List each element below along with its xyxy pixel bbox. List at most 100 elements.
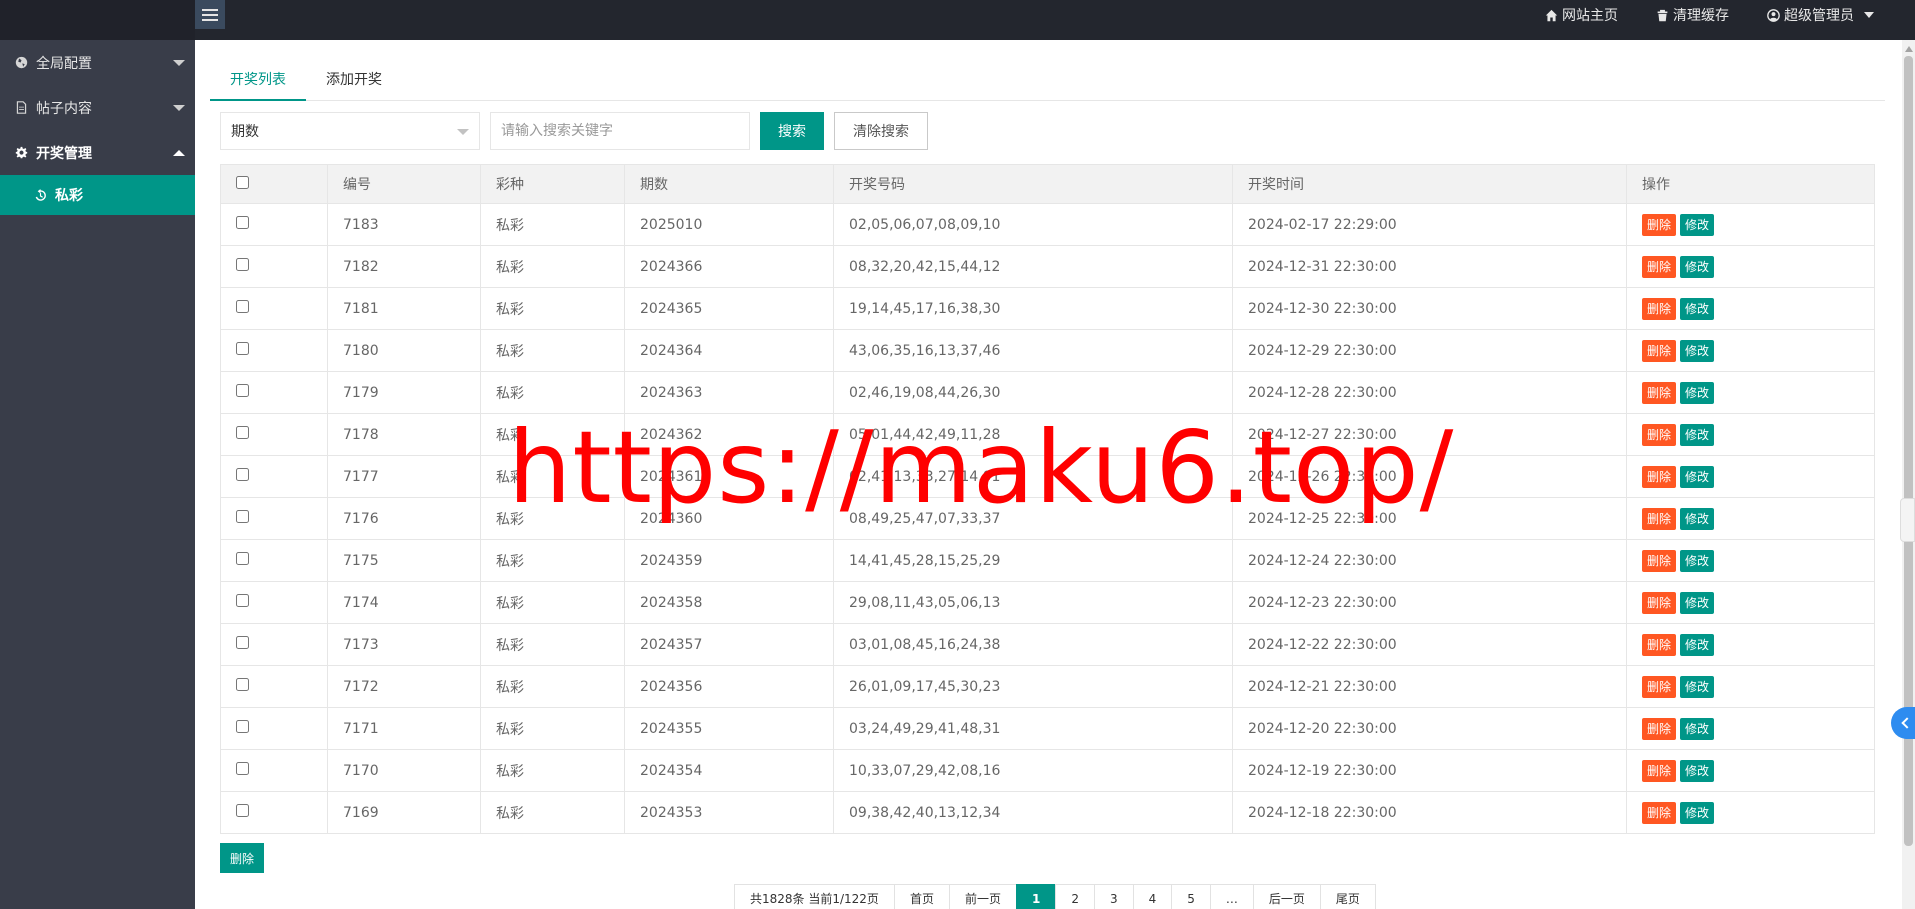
row-checkbox[interactable] bbox=[236, 636, 249, 649]
table-body: 7183 私彩 2025010 02,05,06,07,08,09,10 2024-02… bbox=[220, 203, 1875, 834]
row-edit-button[interactable]: 修改 bbox=[1680, 801, 1715, 824]
pagination-ellipsis: … bbox=[1209, 884, 1254, 909]
row-delete-button[interactable]: 删除 bbox=[1642, 297, 1677, 320]
cell-period: 2024353 bbox=[624, 791, 834, 834]
row-edit-button[interactable]: 修改 bbox=[1680, 465, 1715, 488]
cell-id: 7177 bbox=[327, 455, 481, 498]
cell-time: 2024-12-19 22:30:00 bbox=[1232, 749, 1627, 792]
row-checkbox[interactable] bbox=[236, 258, 249, 271]
row-edit-button[interactable]: 修改 bbox=[1680, 381, 1715, 404]
header-links: 网站主页 清理缓存 超级管理员 bbox=[1526, 0, 1893, 30]
scroll-up-arrow-icon[interactable] bbox=[1905, 46, 1913, 52]
cell-time: 2024-12-30 22:30:00 bbox=[1232, 287, 1627, 330]
search-field-select[interactable]: 期数 bbox=[220, 112, 480, 150]
row-checkbox[interactable] bbox=[236, 468, 249, 481]
page-button-2[interactable]: 2 bbox=[1055, 884, 1095, 909]
row-delete-button[interactable]: 删除 bbox=[1642, 423, 1677, 446]
row-delete-button[interactable]: 删除 bbox=[1642, 801, 1677, 824]
row-checkbox-cell bbox=[220, 707, 328, 750]
sidebar-item-lottery-management[interactable]: 开奖管理 bbox=[0, 130, 195, 175]
row-checkbox-cell bbox=[220, 749, 328, 792]
row-edit-button[interactable]: 修改 bbox=[1680, 675, 1715, 698]
cell-actions: 删除 修改 bbox=[1626, 329, 1875, 372]
cell-numbers: 43,06,35,16,13,37,46 bbox=[833, 329, 1233, 372]
page-button-4[interactable]: 4 bbox=[1132, 884, 1173, 909]
row-checkbox[interactable] bbox=[236, 300, 249, 313]
row-checkbox[interactable] bbox=[236, 510, 249, 523]
row-edit-button[interactable]: 修改 bbox=[1680, 549, 1715, 572]
row-delete-button[interactable]: 删除 bbox=[1642, 717, 1677, 740]
sidebar-item-post-content[interactable]: 帖子内容 bbox=[0, 85, 195, 130]
bulk-delete-button[interactable]: 删除 bbox=[220, 843, 264, 873]
row-delete-button[interactable]: 删除 bbox=[1642, 591, 1677, 614]
row-edit-button[interactable]: 修改 bbox=[1680, 507, 1715, 530]
row-edit-button[interactable]: 修改 bbox=[1680, 423, 1715, 446]
row-edit-button[interactable]: 修改 bbox=[1680, 339, 1715, 362]
row-checkbox[interactable] bbox=[236, 384, 249, 397]
last-page-button[interactable]: 尾页 bbox=[1319, 884, 1376, 909]
tab-add-lottery[interactable]: 添加开奖 bbox=[306, 60, 402, 101]
row-delete-button[interactable]: 删除 bbox=[1642, 549, 1677, 572]
page-button-3[interactable]: 3 bbox=[1093, 884, 1134, 909]
select-all-checkbox[interactable] bbox=[236, 175, 249, 189]
cell-id: 7172 bbox=[327, 665, 481, 708]
next-page-button[interactable]: 后一页 bbox=[1252, 884, 1321, 909]
row-edit-button[interactable]: 修改 bbox=[1680, 297, 1715, 320]
row-checkbox[interactable] bbox=[236, 804, 249, 817]
trash-icon bbox=[1657, 9, 1668, 21]
search-button[interactable]: 搜索 bbox=[760, 112, 824, 150]
clear-search-button[interactable]: 清除搜索 bbox=[834, 112, 928, 150]
cell-type: 私彩 bbox=[480, 245, 625, 288]
collapse-panel-button[interactable] bbox=[1891, 707, 1915, 739]
menu-toggle-button[interactable] bbox=[195, 0, 225, 29]
row-edit-button[interactable]: 修改 bbox=[1680, 591, 1715, 614]
cell-id: 7179 bbox=[327, 371, 481, 414]
row-checkbox[interactable] bbox=[236, 594, 249, 607]
cell-numbers: 02,46,19,08,44,26,30 bbox=[833, 371, 1233, 414]
page-button-1[interactable]: 1 bbox=[1015, 884, 1057, 909]
cell-period: 2024363 bbox=[624, 371, 834, 414]
cell-period: 2024360 bbox=[624, 497, 834, 540]
side-drag-handle[interactable] bbox=[1900, 498, 1915, 542]
row-checkbox[interactable] bbox=[236, 720, 249, 733]
row-checkbox[interactable] bbox=[236, 216, 249, 229]
row-delete-button[interactable]: 删除 bbox=[1642, 213, 1677, 236]
cell-numbers: 09,38,42,40,13,12,34 bbox=[833, 791, 1233, 834]
first-page-button[interactable]: 首页 bbox=[893, 884, 950, 909]
row-checkbox[interactable] bbox=[236, 426, 249, 439]
search-input[interactable] bbox=[490, 112, 750, 150]
row-delete-button[interactable]: 删除 bbox=[1642, 381, 1677, 404]
cell-type: 私彩 bbox=[480, 203, 625, 246]
row-checkbox[interactable] bbox=[236, 552, 249, 565]
row-checkbox[interactable] bbox=[236, 678, 249, 691]
cell-id: 7173 bbox=[327, 623, 481, 666]
home-link[interactable]: 网站主页 bbox=[1526, 5, 1637, 25]
row-delete-button[interactable]: 删除 bbox=[1642, 339, 1677, 362]
row-delete-button[interactable]: 删除 bbox=[1642, 633, 1677, 656]
page-button-5[interactable]: 5 bbox=[1171, 884, 1211, 909]
row-checkbox[interactable] bbox=[236, 762, 249, 775]
sidebar-subitem-private-lottery[interactable]: 私彩 bbox=[0, 175, 195, 215]
row-delete-button[interactable]: 删除 bbox=[1642, 759, 1677, 782]
row-checkbox[interactable] bbox=[236, 342, 249, 355]
row-edit-button[interactable]: 修改 bbox=[1680, 633, 1715, 656]
table-row: 7182 私彩 2024366 08,32,20,42,15,44,12 2024-12… bbox=[220, 245, 1875, 288]
row-delete-button[interactable]: 删除 bbox=[1642, 255, 1677, 278]
row-edit-button[interactable]: 修改 bbox=[1680, 759, 1715, 782]
admin-user-menu[interactable]: 超级管理员 bbox=[1748, 5, 1893, 25]
row-delete-button[interactable]: 删除 bbox=[1642, 675, 1677, 698]
row-delete-button[interactable]: 删除 bbox=[1642, 465, 1677, 488]
sidebar-item-global-config[interactable]: 全局配置 bbox=[0, 40, 195, 85]
row-edit-button[interactable]: 修改 bbox=[1680, 213, 1715, 236]
row-delete-button[interactable]: 删除 bbox=[1642, 507, 1677, 530]
row-checkbox-cell bbox=[220, 497, 328, 540]
clear-cache-link[interactable]: 清理缓存 bbox=[1637, 5, 1748, 25]
cell-id: 7171 bbox=[327, 707, 481, 750]
prev-page-button[interactable]: 前一页 bbox=[948, 884, 1017, 909]
row-edit-button[interactable]: 修改 bbox=[1680, 255, 1715, 278]
row-edit-button[interactable]: 修改 bbox=[1680, 717, 1715, 740]
hamburger-icon bbox=[202, 8, 218, 21]
globe-icon bbox=[15, 56, 28, 69]
logo-area bbox=[0, 0, 195, 40]
tab-lottery-list[interactable]: 开奖列表 bbox=[210, 60, 306, 101]
